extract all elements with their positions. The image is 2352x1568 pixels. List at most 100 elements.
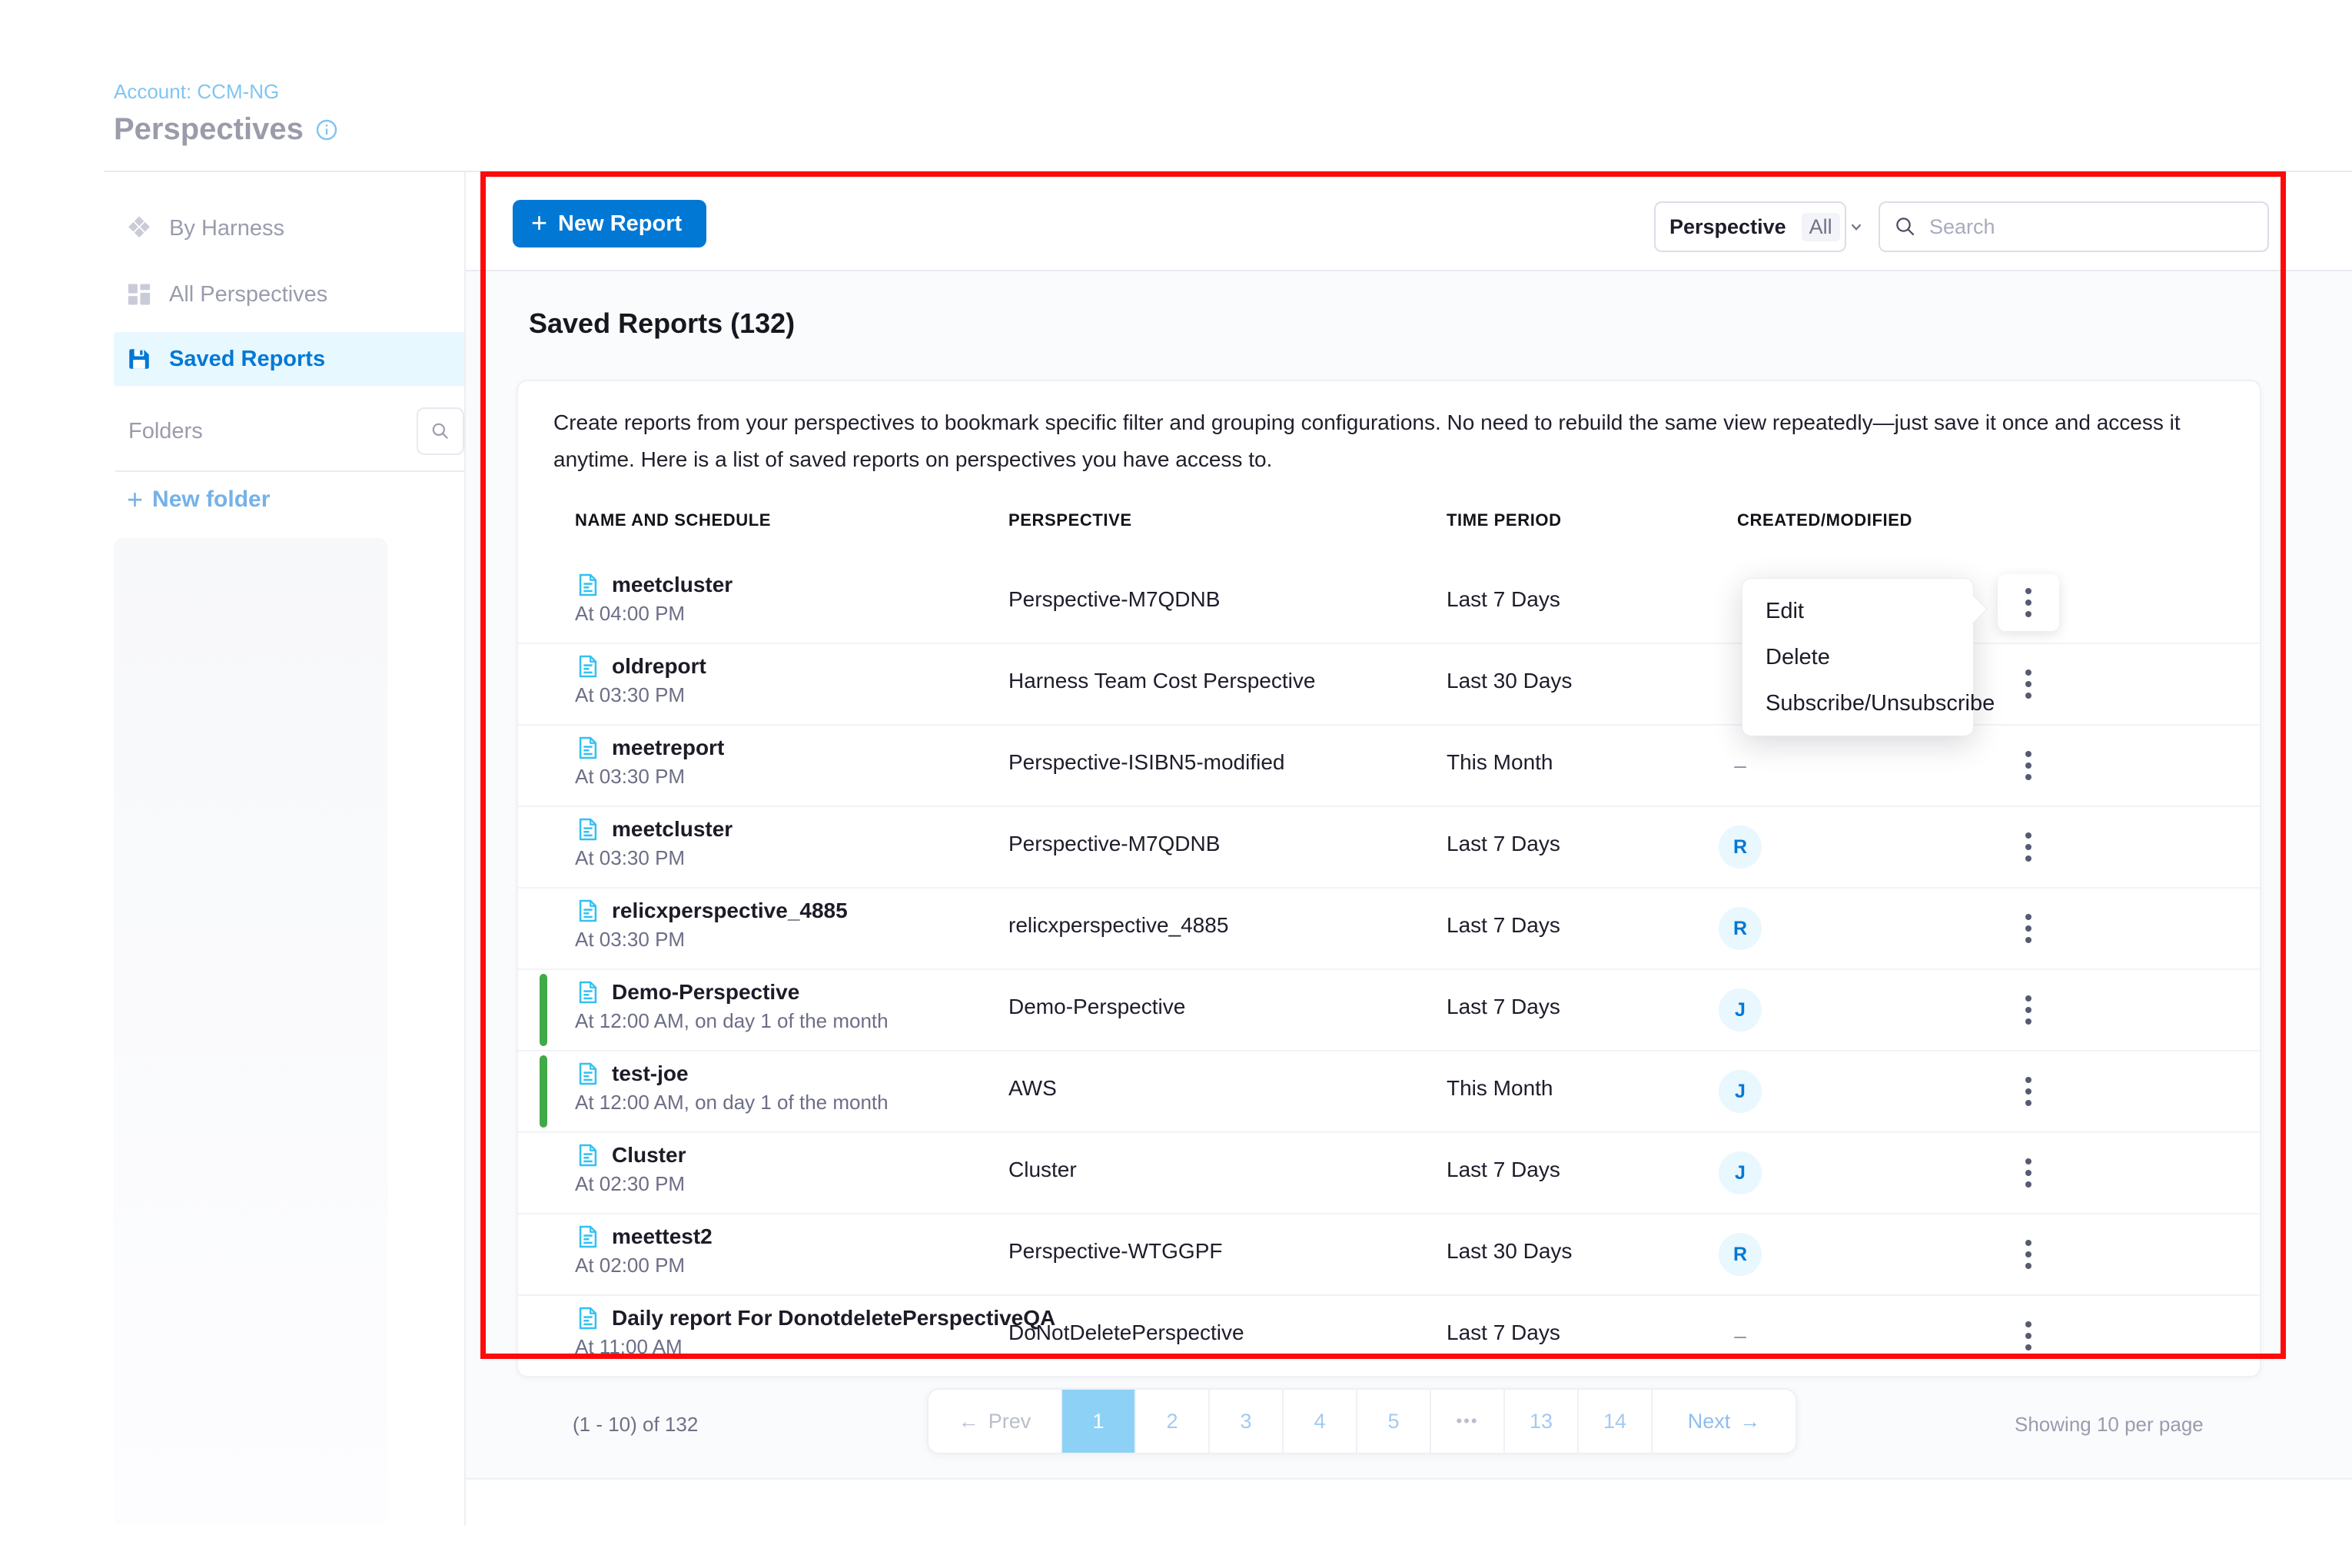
name-and-schedule-cell: meetcluster At 03:30 PM	[575, 816, 733, 870]
table-row[interactable]: meetreport At 03:30 PM Perspective-ISIBN…	[518, 726, 2260, 807]
table-row[interactable]: Demo-Perspective At 12:00 AM, on day 1 o…	[518, 970, 2260, 1051]
menu-item-delete[interactable]: Delete	[1742, 634, 1973, 680]
folders-section-header: Folders	[114, 407, 464, 455]
perspective-name: Perspective-WTGGPF	[1008, 1239, 1222, 1264]
created-modified-cell: R	[1719, 826, 1762, 869]
search-box	[1879, 201, 2269, 252]
perspective-name: Perspective-M7QDNB	[1008, 832, 1220, 856]
no-avatar-dash: –	[1719, 1314, 1762, 1357]
user-avatar: R	[1719, 826, 1762, 869]
report-schedule: At 03:30 PM	[575, 765, 724, 789]
next-page-button[interactable]: Next →	[1653, 1390, 1796, 1453]
report-doc-icon	[575, 1224, 601, 1250]
account-breadcrumb[interactable]: Account: CCM-NG	[114, 80, 279, 104]
column-header-perspective: PERSPECTIVE	[1008, 510, 1132, 530]
menu-item-subscribe-unsubscribe[interactable]: Subscribe/Unsubscribe	[1742, 680, 1973, 726]
report-doc-icon	[575, 653, 601, 679]
new-folder-label: New folder	[152, 487, 270, 513]
report-name: relicxperspective_4885	[612, 899, 848, 923]
table-row[interactable]: meetcluster At 03:30 PM Perspective-M7QD…	[518, 807, 2260, 889]
saved-reports-card: Create reports from your perspectives to…	[517, 380, 2261, 1377]
name-and-schedule-cell: Demo-Perspective At 12:00 AM, on day 1 o…	[575, 979, 889, 1033]
report-name: Daily report For DonotdeletePerspectiveQ…	[612, 1306, 1055, 1330]
folders-empty-skeleton	[114, 538, 387, 1526]
page-button-5[interactable]: 5	[1357, 1390, 1431, 1453]
perspective-filter-dropdown[interactable]: Perspective All	[1654, 201, 1846, 252]
report-doc-icon	[575, 898, 601, 924]
report-schedule: At 03:30 PM	[575, 683, 706, 707]
page-button-1[interactable]: 1	[1062, 1390, 1136, 1453]
new-report-label: New Report	[558, 211, 682, 237]
sidebar-item-label: All Perspectives	[169, 282, 327, 307]
user-avatar: J	[1719, 1151, 1762, 1194]
table-row[interactable]: oldreport At 03:30 PM Harness Team Cost …	[518, 644, 2260, 726]
page-button-14[interactable]: 14	[1579, 1390, 1653, 1453]
report-name: Demo-Perspective	[612, 980, 799, 1005]
report-name: Cluster	[612, 1143, 686, 1168]
table-row[interactable]: Cluster At 02:30 PM Cluster Last 7 Days …	[518, 1133, 2260, 1214]
row-menu-button[interactable]	[1998, 656, 2059, 713]
info-icon[interactable]	[314, 118, 339, 142]
table-row[interactable]: test-joe At 12:00 AM, on day 1 of the mo…	[518, 1051, 2260, 1133]
perspective-name: Harness Team Cost Perspective	[1008, 669, 1315, 693]
report-doc-icon	[575, 572, 601, 598]
row-menu-button[interactable]	[1998, 1063, 2059, 1120]
harness-logo-icon: ❖	[126, 214, 152, 243]
header-divider	[104, 171, 2352, 172]
perspective-name: Demo-Perspective	[1008, 995, 1185, 1019]
report-schedule: At 12:00 AM, on day 1 of the month	[575, 1009, 889, 1033]
row-menu-button[interactable]	[1998, 574, 2059, 631]
table-row[interactable]: meetcluster At 04:00 PM Perspective-M7QD…	[518, 563, 2260, 644]
green-indicator	[540, 974, 547, 1046]
report-schedule: At 11:00 AM	[575, 1335, 1055, 1359]
table-row[interactable]: meettest2 At 02:00 PM Perspective-WTGGPF…	[518, 1214, 2260, 1296]
row-menu-button[interactable]	[1998, 1226, 2059, 1283]
filter-label: Perspective	[1669, 215, 1786, 239]
created-modified-cell: –	[1719, 744, 1762, 787]
page-title: Perspectives	[114, 112, 304, 147]
created-modified-cell: R	[1719, 907, 1762, 950]
new-report-button[interactable]: + New Report	[513, 200, 706, 247]
row-context-menu: EditDeleteSubscribe/Unsubscribe	[1742, 578, 1974, 736]
sidebar-item-saved-reports[interactable]: Saved Reports	[114, 332, 477, 386]
row-menu-button[interactable]	[1998, 1144, 2059, 1201]
name-and-schedule-cell: Cluster At 02:30 PM	[575, 1142, 686, 1196]
row-menu-button[interactable]	[1998, 1307, 2059, 1364]
perspective-name: AWS	[1008, 1076, 1057, 1101]
time-period: Last 30 Days	[1447, 1239, 1572, 1264]
menu-item-edit[interactable]: Edit	[1742, 588, 1973, 634]
row-menu-button[interactable]	[1998, 900, 2059, 957]
sidebar-item-all-perspectives[interactable]: All Perspectives	[114, 270, 477, 319]
table-row[interactable]: relicxperspective_4885 At 03:30 PM relic…	[518, 889, 2260, 970]
row-menu-button[interactable]	[1998, 819, 2059, 875]
name-and-schedule-cell: meetcluster At 04:00 PM	[575, 572, 733, 626]
search-icon	[1894, 215, 1917, 238]
row-menu-button[interactable]	[1998, 982, 2059, 1038]
time-period: Last 7 Days	[1447, 995, 1560, 1019]
page-button-2[interactable]: 2	[1136, 1390, 1210, 1453]
report-schedule: At 04:00 PM	[575, 602, 733, 626]
folders-search-button[interactable]	[417, 407, 464, 455]
search-input[interactable]	[1928, 214, 2254, 240]
no-avatar-dash: –	[1719, 744, 1762, 787]
pagination-range-label: (1 - 10) of 132	[573, 1413, 698, 1437]
page-ellipsis: •••	[1431, 1390, 1505, 1453]
next-label: Next	[1688, 1410, 1731, 1433]
new-folder-button[interactable]: + New folder	[127, 483, 270, 517]
report-doc-icon	[575, 1061, 601, 1087]
table-row[interactable]: Daily report For DonotdeletePerspectiveQ…	[518, 1296, 2260, 1377]
per-page-label: Showing 10 per page	[2015, 1413, 2204, 1437]
prev-page-button[interactable]: ← Prev	[929, 1390, 1062, 1453]
created-modified-cell: –	[1719, 1314, 1762, 1357]
reports-table-body: meetcluster At 04:00 PM Perspective-M7QD…	[518, 563, 2260, 1377]
created-modified-cell: J	[1719, 1070, 1762, 1113]
save-floppy-icon	[126, 346, 152, 372]
page-button-3[interactable]: 3	[1210, 1390, 1284, 1453]
sidebar-item-by-harness[interactable]: ❖ By Harness	[114, 204, 477, 253]
time-period: Last 7 Days	[1447, 1321, 1560, 1345]
page-button-4[interactable]: 4	[1284, 1390, 1357, 1453]
name-and-schedule-cell: meetreport At 03:30 PM	[575, 735, 724, 789]
row-menu-button[interactable]	[1998, 737, 2059, 794]
column-header-name: NAME AND SCHEDULE	[575, 510, 771, 530]
page-button-13[interactable]: 13	[1505, 1390, 1579, 1453]
